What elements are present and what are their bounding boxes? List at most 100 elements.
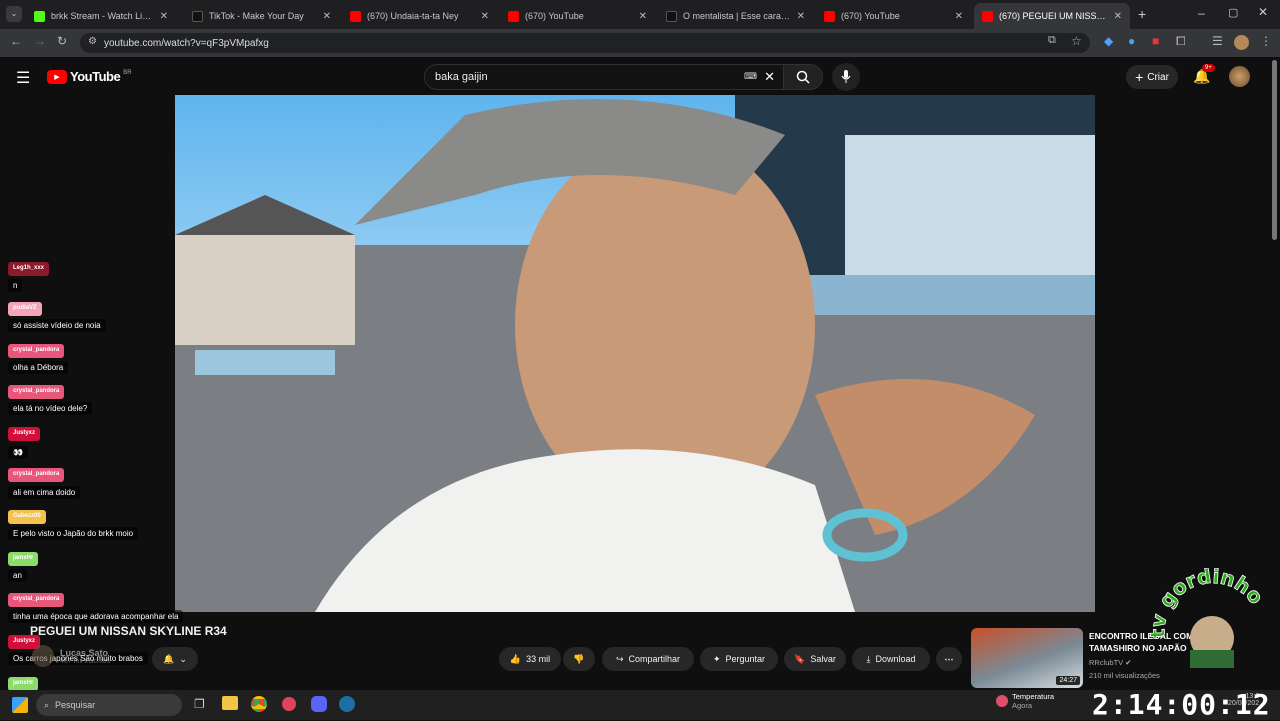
- close-window-button[interactable]: ✕: [1258, 5, 1268, 19]
- youtube-play-icon: ▶: [47, 69, 67, 84]
- chat-username: pudiaVZ: [8, 302, 42, 316]
- microphone-icon: [841, 70, 851, 83]
- close-tab-icon[interactable]: ✕: [160, 11, 168, 22]
- profile-avatar[interactable]: [1234, 35, 1249, 50]
- browser-tab-tiktok[interactable]: TikTok - Make Your Day ✕: [184, 3, 339, 29]
- dislike-button[interactable]: 👎: [563, 647, 595, 671]
- site-info-icon[interactable]: ⚙: [88, 36, 97, 47]
- ask-button[interactable]: ✦ Perguntar: [700, 647, 778, 671]
- share-icon: ↪: [615, 653, 624, 664]
- chat-username: Justyxz: [8, 427, 41, 441]
- voice-search-button[interactable]: [832, 63, 860, 91]
- browser-tab-kick[interactable]: brkk Stream - Watch Live o ✕: [26, 3, 176, 29]
- chat-message: E pelo visto o Japão do brkk moio: [8, 527, 139, 540]
- account-avatar[interactable]: [1229, 66, 1250, 87]
- hamburger-menu-icon[interactable]: ☰: [16, 68, 30, 88]
- suggested-video-thumbnail[interactable]: 24:27: [971, 628, 1083, 688]
- verified-icon: ✔: [1125, 658, 1132, 667]
- clear-search-icon[interactable]: ✕: [764, 69, 775, 85]
- extensions-puzzle-icon[interactable]: ⧠: [1176, 34, 1186, 49]
- browser-tab-active[interactable]: (670) PEGUEI UM NISSAN ✕: [974, 3, 1130, 29]
- windows-start-icon[interactable]: [12, 697, 28, 713]
- weather-text: Temperatura Agora: [1012, 692, 1054, 710]
- thermometer-icon: [996, 695, 1008, 707]
- extension-icon[interactable]: ●: [1128, 34, 1135, 48]
- region-code: BR: [123, 69, 132, 76]
- weather-widget[interactable]: Temperatura Agora: [996, 692, 1054, 710]
- chat-username: Leg1h_xxx: [8, 262, 50, 276]
- search-input[interactable]: baka gaijin ⌨ ✕: [424, 64, 784, 90]
- taskbar-search-placeholder: Pesquisar: [55, 700, 96, 710]
- discord-icon[interactable]: [311, 696, 327, 712]
- close-tab-icon[interactable]: ✕: [481, 11, 489, 22]
- thumbs-up-icon: 👍: [509, 653, 522, 664]
- close-tab-icon[interactable]: ✕: [1114, 11, 1122, 22]
- chat-message: tinha uma época que adorava acompanhar e…: [8, 610, 184, 623]
- channel-info[interactable]: Lucas Sato 467 mil inscritos: [32, 645, 110, 667]
- thumbs-down-icon: 👎: [573, 653, 585, 664]
- close-tab-icon[interactable]: ✕: [639, 11, 647, 22]
- tab-label: (670) PEGUEI UM NISSAN: [999, 11, 1108, 21]
- notifications-button[interactable]: 🔔 9+: [1193, 64, 1215, 85]
- create-button[interactable]: + Criar: [1126, 65, 1178, 89]
- keyboard-icon[interactable]: ⌨: [744, 71, 757, 82]
- bookmark-star-icon[interactable]: ☆: [1071, 34, 1082, 48]
- browser-menu-icon[interactable]: ⋮: [1260, 34, 1272, 48]
- tab-label: brkk Stream - Watch Live o: [51, 11, 154, 21]
- video-duration: 24:27: [1056, 676, 1080, 685]
- chat-message: an: [8, 569, 27, 582]
- video-player[interactable]: [175, 95, 1095, 612]
- sparkle-icon: ✦: [712, 653, 721, 664]
- create-label: Criar: [1147, 71, 1169, 83]
- maximize-window-button[interactable]: ▢: [1228, 6, 1238, 19]
- page-scrollbar[interactable]: [1272, 60, 1277, 240]
- taskbar-search[interactable]: ⌕ Pesquisar: [36, 694, 182, 716]
- back-icon[interactable]: ←: [10, 34, 22, 48]
- browser-tab-youtube-1[interactable]: (670) Undaia-ta-ta Ney ✕: [342, 3, 497, 29]
- reading-list-icon[interactable]: ☰: [1212, 34, 1223, 48]
- channel-watermark-logo: tv gordinho: [1150, 568, 1269, 668]
- subscribe-notification-button[interactable]: 🔔 ⌄: [152, 647, 198, 671]
- file-explorer-icon[interactable]: [222, 696, 238, 710]
- download-button[interactable]: ⤓ Download: [852, 647, 930, 671]
- extension-icon[interactable]: ◆: [1104, 34, 1113, 48]
- browser-tab-youtube-2[interactable]: (670) YouTube ✕: [500, 3, 655, 29]
- youtube-logo[interactable]: ▶ YouTube BR: [47, 69, 132, 84]
- chat-message: olha a Débora: [8, 361, 69, 374]
- chat-username: crystal_pandora: [8, 385, 65, 399]
- chat-username: crystal_pandora: [8, 593, 65, 607]
- chat-message: só assiste vídeio de noia: [8, 319, 106, 332]
- chat-message: n: [8, 279, 23, 292]
- browser-tab-youtube-3[interactable]: (670) YouTube ✕: [816, 3, 971, 29]
- save-button[interactable]: 🔖 Salvar: [784, 647, 846, 671]
- tab-label: (670) YouTube: [841, 11, 900, 21]
- more-actions-button[interactable]: ⋯: [936, 647, 962, 671]
- chat-username: crystal_pandora: [8, 468, 65, 482]
- close-tab-icon[interactable]: ✕: [955, 11, 963, 22]
- reload-icon[interactable]: ↻: [57, 34, 67, 48]
- close-tab-icon[interactable]: ✕: [323, 11, 331, 22]
- youtube-favicon-icon: [824, 10, 835, 22]
- extension-icon[interactable]: ■: [1152, 34, 1159, 48]
- like-button[interactable]: 👍 33 mil: [499, 647, 561, 671]
- save-label: Salvar: [810, 654, 836, 664]
- channel-name[interactable]: Lucas Sato: [60, 648, 110, 658]
- browser-tab-tiktok-2[interactable]: O mentalista | Esse cara é mui ✕: [658, 3, 813, 29]
- search-button[interactable]: [783, 64, 823, 90]
- address-bar[interactable]: ⚙ youtube.com/watch?v=qF3pVMpafxg: [80, 33, 1090, 53]
- install-app-icon[interactable]: ⧉: [1048, 34, 1056, 47]
- new-tab-button[interactable]: +: [1138, 6, 1146, 22]
- close-tab-icon[interactable]: ✕: [797, 11, 805, 22]
- share-button[interactable]: ↪ Compartilhar: [602, 647, 694, 671]
- chrome-icon[interactable]: [251, 696, 267, 712]
- tab-list-button[interactable]: ⌄: [6, 6, 22, 22]
- forward-icon[interactable]: →: [34, 34, 46, 48]
- steam-icon[interactable]: [339, 696, 355, 712]
- task-view-icon[interactable]: ❐: [194, 697, 205, 711]
- suggested-channel-name[interactable]: RRclubTV: [1089, 658, 1123, 667]
- app-icon[interactable]: [282, 697, 296, 711]
- ask-label: Perguntar: [725, 654, 766, 664]
- channel-avatar[interactable]: [32, 645, 54, 667]
- minimize-window-button[interactable]: –: [1198, 6, 1205, 20]
- chat-message: 👀: [8, 446, 28, 459]
